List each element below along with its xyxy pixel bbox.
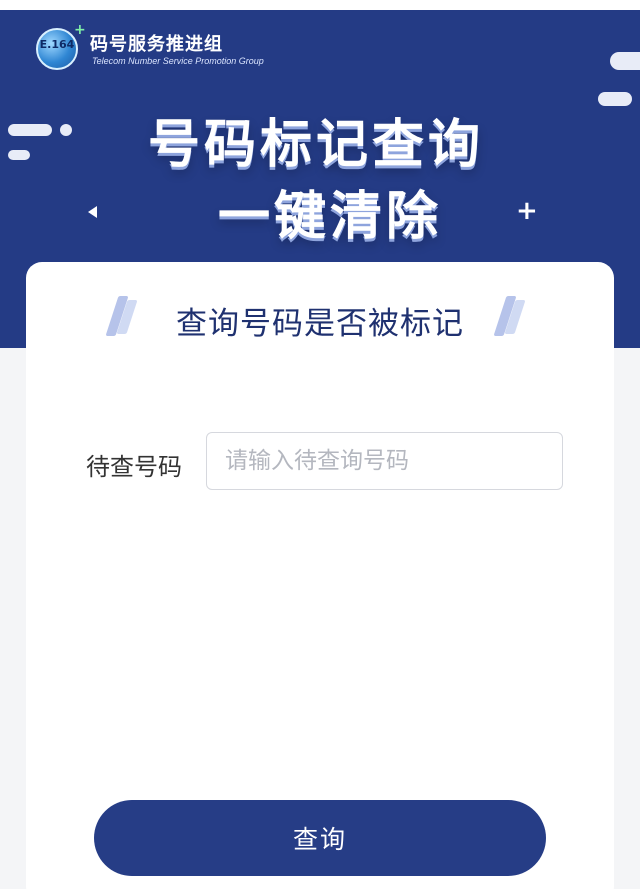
hero-title-line2: 一键清除 (217, 187, 442, 247)
number-label: 待查号码 (86, 453, 182, 481)
logo-plus-icon: + (74, 22, 86, 38)
brand-name: 码号服务推进组 (90, 34, 223, 55)
top-strip (0, 0, 640, 10)
query-button[interactable]: 查询 (94, 800, 546, 876)
query-card: 查询号码是否被标记 待查号码 (26, 262, 614, 889)
hero-title-line1: 号码标记查询 (147, 115, 484, 175)
number-input[interactable] (206, 432, 563, 490)
card-header: 查询号码是否被标记 (26, 294, 614, 344)
brand-subtitle: Telecom Number Service Promotion Group (92, 56, 264, 66)
decor-pill (610, 52, 640, 70)
slash-decor-icon (493, 296, 530, 338)
logo-text: E.164 (39, 38, 75, 51)
page: E.164 + 码号服务推进组 Telecom Number Service P… (0, 0, 640, 889)
